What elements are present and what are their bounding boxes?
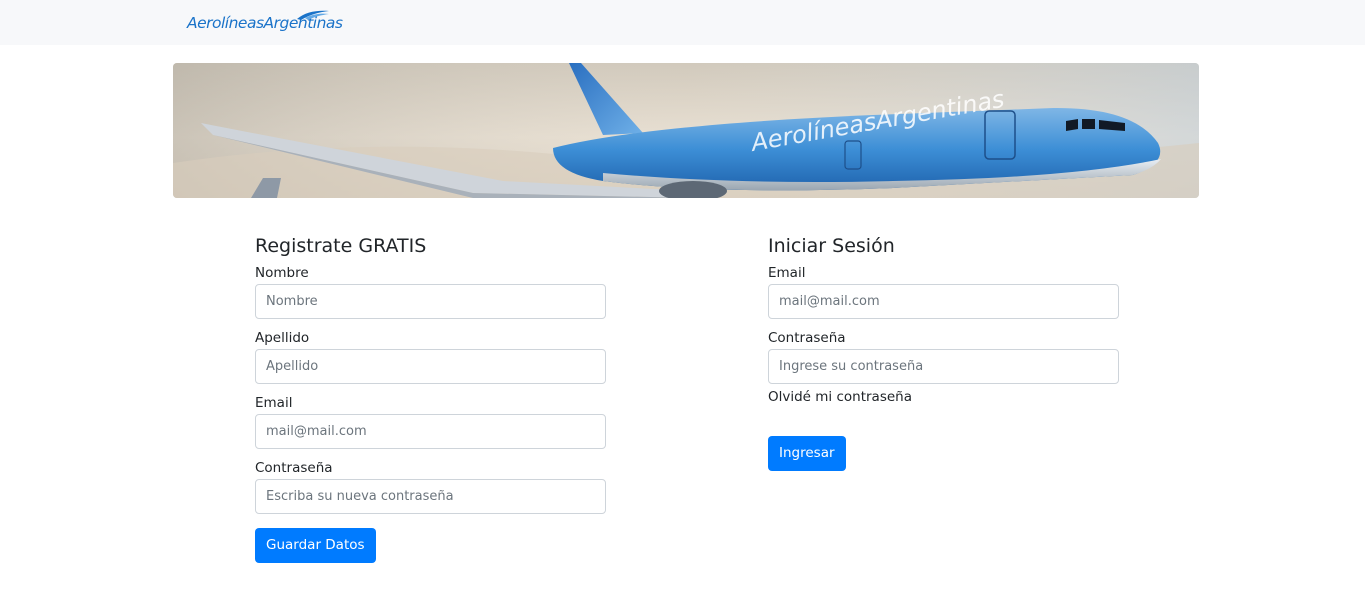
- login-form: Iniciar Sesión Email Contraseña Olvidé m…: [768, 232, 1119, 471]
- hero-banner: AerolíneasArgentinas: [173, 63, 1199, 198]
- register-email-label: Email: [255, 395, 293, 411]
- apellido-field-group: Apellido: [255, 328, 606, 384]
- login-password-label: Contraseña: [768, 330, 846, 346]
- nombre-label: Nombre: [255, 265, 309, 281]
- navbar: AerolíneasArgentinas: [0, 0, 1365, 45]
- register-email-input[interactable]: [255, 414, 606, 449]
- login-password-input[interactable]: [768, 349, 1119, 384]
- nombre-input[interactable]: [255, 284, 606, 319]
- register-password-input[interactable]: [255, 479, 606, 514]
- nombre-field-group: Nombre: [255, 263, 606, 319]
- login-password-field-group: Contraseña: [768, 328, 1119, 384]
- login-title: Iniciar Sesión: [768, 235, 895, 257]
- guardar-datos-button[interactable]: Guardar Datos: [255, 528, 376, 563]
- ingresar-button[interactable]: Ingresar: [768, 436, 846, 471]
- forgot-password-link[interactable]: Olvidé mi contraseña: [768, 386, 1119, 408]
- login-email-field-group: Email: [768, 263, 1119, 319]
- register-email-field-group: Email: [255, 393, 606, 449]
- login-email-label: Email: [768, 265, 806, 281]
- logo-swoosh-icon: [297, 10, 329, 20]
- login-email-input[interactable]: [768, 284, 1119, 319]
- register-password-field-group: Contraseña: [255, 458, 606, 514]
- register-password-label: Contraseña: [255, 460, 333, 476]
- register-form: Registrate GRATIS Nombre Apellido Email …: [255, 232, 606, 563]
- register-title: Registrate GRATIS: [255, 235, 427, 257]
- airplane-image: AerolíneasArgentinas: [173, 63, 1199, 198]
- apellido-input[interactable]: [255, 349, 606, 384]
- apellido-label: Apellido: [255, 330, 310, 346]
